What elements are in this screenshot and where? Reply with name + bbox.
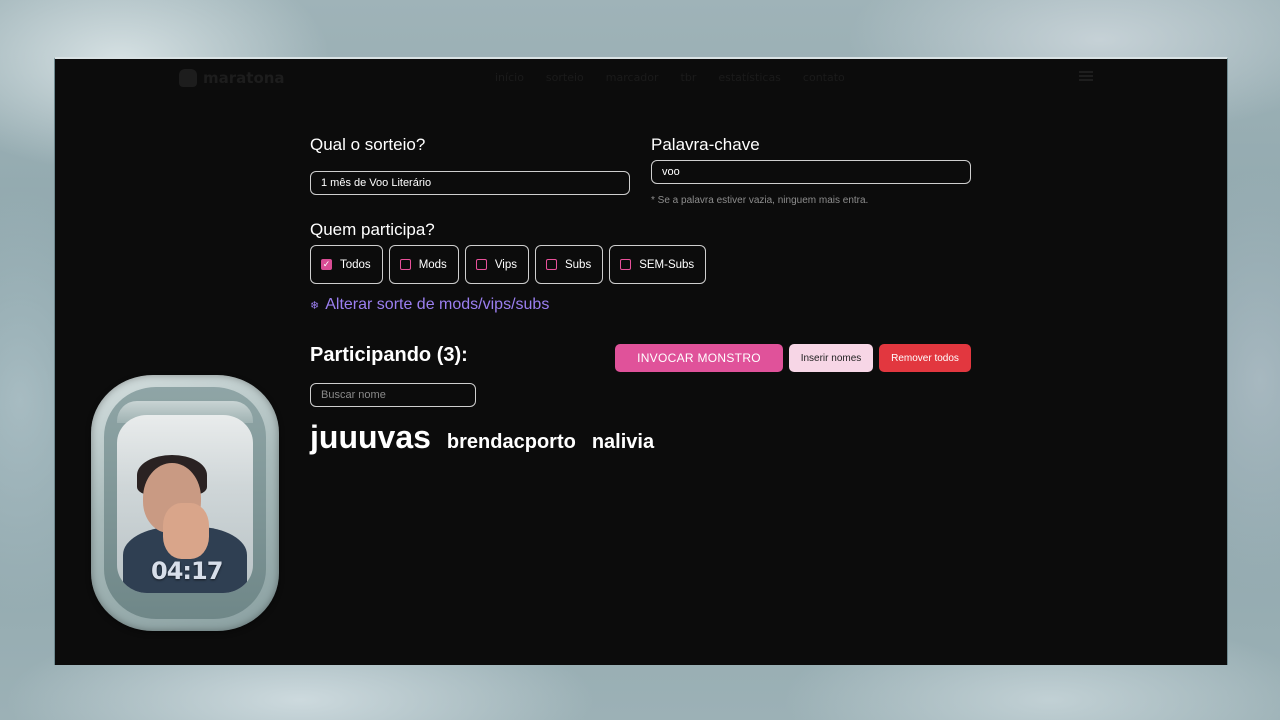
checkbox-icon[interactable] (620, 259, 632, 270)
logo-text: maratona (203, 69, 285, 87)
nav-link-sorteio[interactable]: sorteio (546, 71, 584, 84)
option-sem-subs[interactable]: SEM-Subs (609, 245, 707, 284)
participant-filter-options: ✓ Todos Mods Vips Subs SEM-Subs (310, 245, 707, 284)
nav-link-estatisticas[interactable]: estatísticas (718, 71, 781, 84)
participant-name: juuuvas (310, 419, 431, 455)
draw-input[interactable] (310, 171, 630, 195)
draw-label: Qual o sorteio? (310, 135, 426, 154)
participant-names: juuuvas brendacporto nalivia (310, 419, 654, 456)
participants-title: Participando (3): (310, 344, 468, 366)
checkbox-icon[interactable] (545, 259, 557, 270)
keyword-input[interactable] (651, 160, 971, 184)
option-label: Todos (340, 258, 371, 271)
hamburger-menu-icon[interactable] (1079, 71, 1093, 81)
who-label: Quem participa? (310, 220, 435, 239)
option-label: SEM-Subs (639, 258, 695, 271)
participant-name: nalivia (591, 431, 655, 453)
nav-link-inicio[interactable]: início (495, 71, 524, 84)
nav-link-contato[interactable]: contato (803, 71, 845, 84)
nav-links: início sorteio marcador tbr estatísticas… (495, 71, 845, 84)
option-label: Subs (564, 258, 592, 271)
remove-all-button[interactable]: Remover todos (879, 344, 971, 372)
insert-names-button[interactable]: Inserir nomes (789, 344, 873, 372)
keyword-label: Palavra-chave (651, 135, 760, 154)
option-vips[interactable]: Vips (464, 245, 529, 284)
option-label: Vips (494, 258, 517, 271)
nav-link-marcador[interactable]: marcador (606, 71, 659, 84)
cat-logo-icon (179, 69, 197, 87)
summon-monster-button[interactable]: INVOCAR MONSTRO (615, 344, 783, 372)
search-name-input[interactable] (310, 383, 476, 407)
participant-name: brendacporto (446, 431, 576, 453)
logo[interactable]: maratona (179, 69, 285, 87)
alter-luck-text: Alterar sorte de mods/vips/subs (325, 296, 550, 313)
option-subs[interactable]: Subs (534, 245, 604, 284)
checkbox-checked-icon[interactable]: ✓ (321, 259, 332, 270)
checkbox-icon[interactable] (399, 259, 411, 270)
option-todos[interactable]: ✓ Todos (310, 245, 383, 284)
top-nav: maratona início sorteio marcador tbr est… (55, 59, 1227, 99)
nav-link-tbr[interactable]: tbr (681, 71, 697, 84)
snowflake-icon: ❄ (310, 299, 320, 312)
streamer-hands (163, 503, 209, 559)
keyword-hint: * Se a palavra estiver vazia, ninguem ma… (651, 195, 869, 206)
checkbox-icon[interactable] (475, 259, 487, 270)
option-label: Mods (418, 258, 447, 271)
webcam-timer: 04:17 (151, 557, 223, 585)
option-mods[interactable]: Mods (388, 245, 459, 284)
alter-luck-link[interactable]: ❄ Alterar sorte de mods/vips/subs (310, 296, 549, 314)
webcam-window-frame: 04:17 (91, 375, 279, 631)
